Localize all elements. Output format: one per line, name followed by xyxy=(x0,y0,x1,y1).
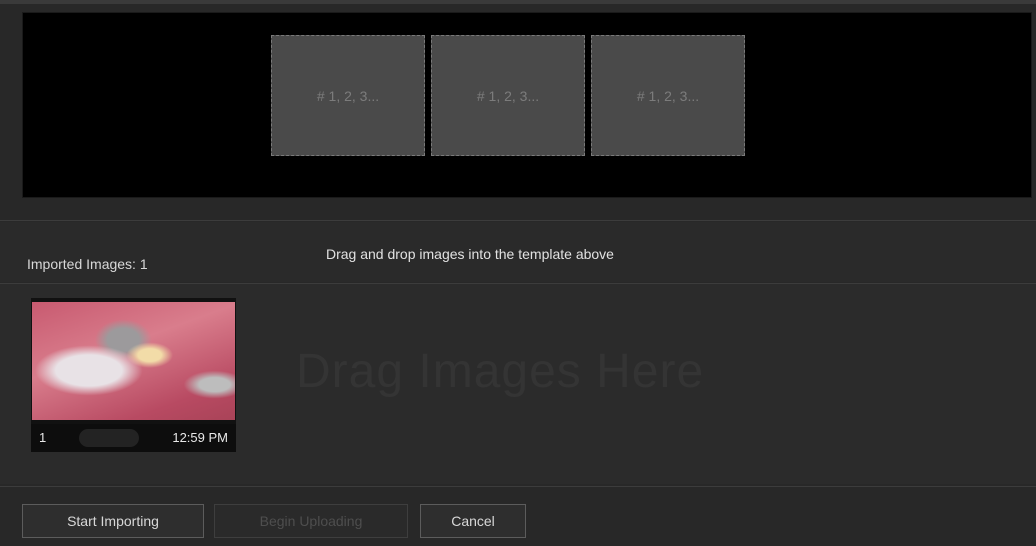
top-border xyxy=(0,0,1036,4)
divider xyxy=(0,220,1036,221)
instruction-text: Drag and drop images into the template a… xyxy=(326,246,614,262)
slot-label: # 1, 2, 3... xyxy=(476,87,540,104)
divider xyxy=(0,486,1036,487)
image-import-dialog: # 1, 2, 3... # 1, 2, 3... # 1, 2, 3... I… xyxy=(0,0,1036,546)
redacted-label xyxy=(79,429,139,447)
template-slot[interactable]: # 1, 2, 3... xyxy=(591,35,745,156)
drop-zone-watermark: Drag Images Here xyxy=(296,345,705,398)
cancel-button[interactable]: Cancel xyxy=(420,504,526,538)
slot-label: # 1, 2, 3... xyxy=(636,87,700,104)
imported-count-label: Imported Images: 1 xyxy=(27,256,148,272)
start-importing-button[interactable]: Start Importing xyxy=(22,504,204,538)
image-thumbnail[interactable]: 1 12:59 PM xyxy=(31,298,236,452)
begin-uploading-button[interactable]: Begin Uploading xyxy=(214,504,408,538)
template-area[interactable]: # 1, 2, 3... # 1, 2, 3... # 1, 2, 3... xyxy=(22,12,1032,198)
template-slot[interactable]: # 1, 2, 3... xyxy=(431,35,585,156)
template-slot[interactable]: # 1, 2, 3... xyxy=(271,35,425,156)
thumbnail-index: 1 xyxy=(39,430,47,445)
thumbnail-image xyxy=(32,302,235,420)
slot-label: # 1, 2, 3... xyxy=(316,87,380,104)
thumbnail-caption: 1 12:59 PM xyxy=(31,424,236,452)
thumbnail-time: 12:59 PM xyxy=(172,430,228,445)
